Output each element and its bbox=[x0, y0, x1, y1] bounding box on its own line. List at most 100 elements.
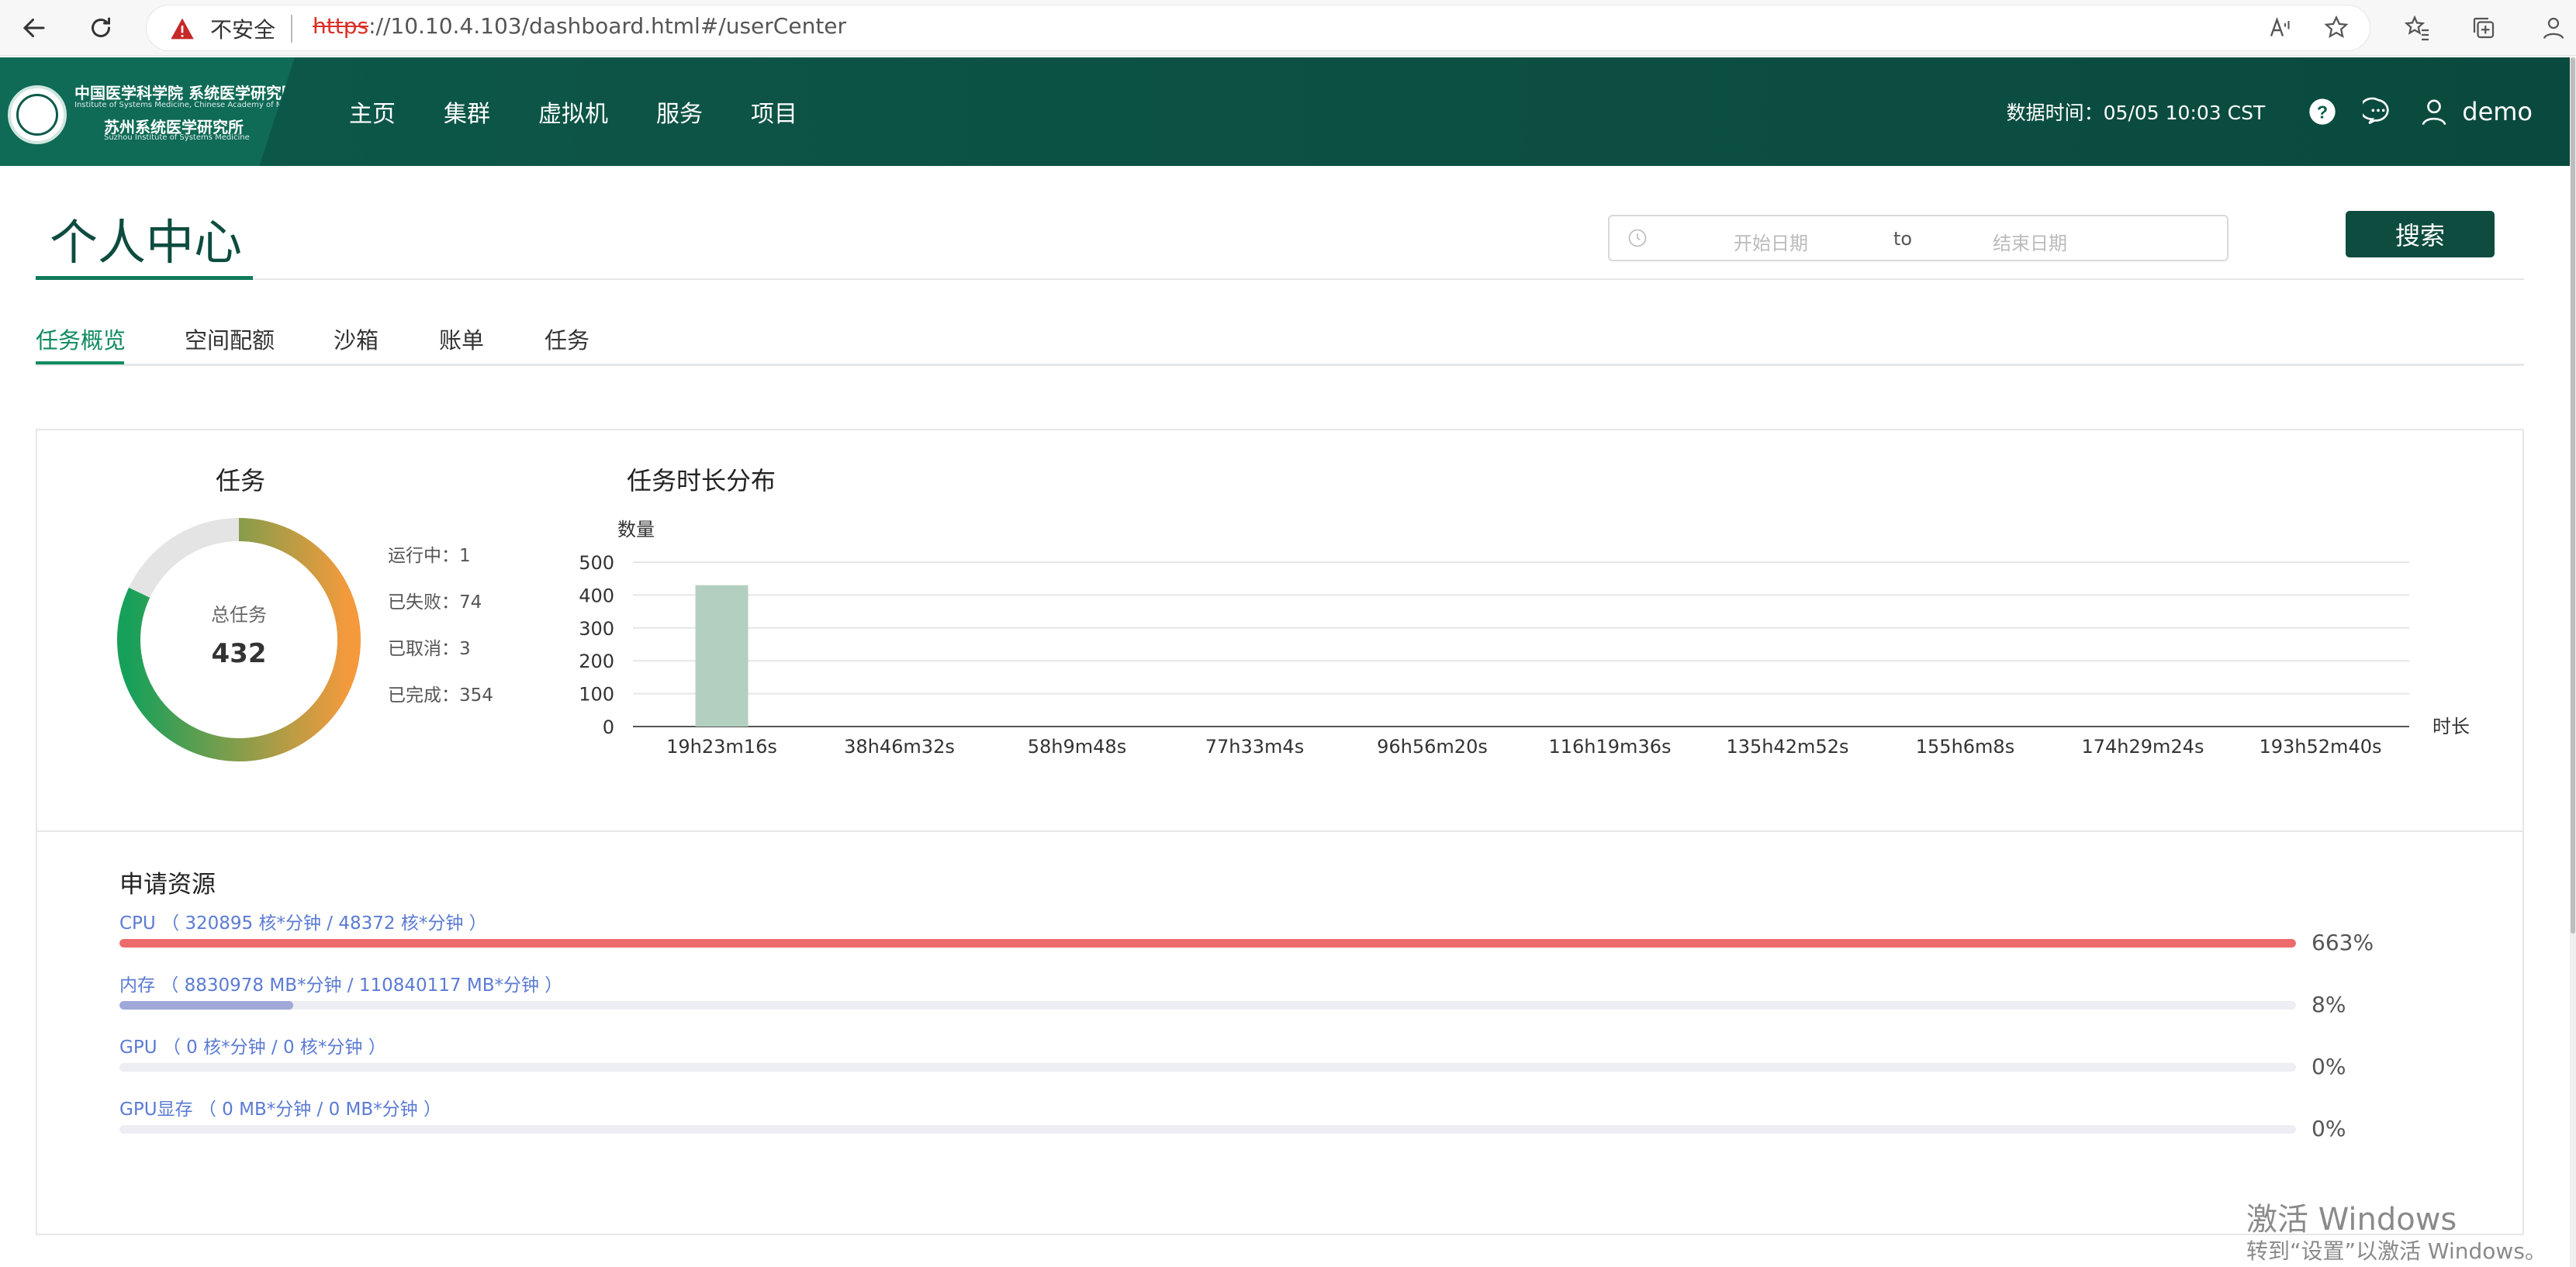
memory-progress-fill bbox=[119, 1001, 294, 1010]
nav-projects[interactable]: 项目 bbox=[751, 95, 797, 129]
duration-bar-chart: 数量 0 100 200 300 400 500 19h23m16s 38h46m32s 58h9… bbox=[579, 519, 2470, 758]
resource-section-title: 申请资源 bbox=[119, 871, 216, 899]
date-range-picker[interactable]: 开始日期 to 结束日期 bbox=[1608, 215, 2228, 261]
header-right: 数据时间：05/05 10:03 CST ? demo bbox=[2007, 57, 2533, 166]
tab-sandbox[interactable]: 沙箱 bbox=[334, 323, 379, 355]
logo-title-en: Institute of Systems Medicine, Chinese A… bbox=[74, 101, 343, 109]
tab-task-overview[interactable]: 任务概览 bbox=[36, 323, 126, 355]
y-tick-label: 300 bbox=[579, 618, 614, 640]
url-rest: ://10.10.4.103/dashboard.html#/userCente… bbox=[368, 13, 847, 39]
x-tick-label: 116h19m36s bbox=[1549, 736, 1672, 758]
task-section-title: 任务 bbox=[216, 466, 266, 495]
x-tick-label: 38h46m32s bbox=[844, 736, 955, 758]
nav-vm[interactable]: 虚拟机 bbox=[538, 95, 608, 129]
read-aloud-button[interactable] bbox=[2263, 11, 2298, 45]
browser-toolbar: 不安全 https://10.10.4.103/dashboard.html#/… bbox=[0, 0, 2576, 56]
gpu-memory-resource-label: GPU显存 （ 0 MB*分钟 / 0 MB*分钟 ） bbox=[119, 1100, 441, 1120]
y-tick-label: 200 bbox=[579, 651, 614, 672]
main-nav: 主页 集群 虚拟机 服务 项目 bbox=[349, 57, 845, 166]
x-tick-label: 77h33m4s bbox=[1205, 736, 1304, 758]
profile-icon bbox=[2543, 17, 2564, 40]
y-tick-label: 100 bbox=[579, 684, 614, 706]
chat-icon bbox=[2363, 97, 2389, 125]
legend-failed: 已失败：74 bbox=[388, 592, 482, 613]
messages-button[interactable] bbox=[2361, 95, 2395, 129]
search-button[interactable]: 搜索 bbox=[2346, 211, 2495, 257]
y-axis-label: 数量 bbox=[617, 519, 655, 540]
nav-cluster[interactable]: 集群 bbox=[444, 95, 490, 129]
gpu-progress-track bbox=[119, 1063, 2296, 1072]
read-aloud-icon bbox=[2270, 16, 2290, 36]
help-button[interactable]: ? bbox=[2305, 95, 2339, 129]
gpu-memory-percent: 0% bbox=[2311, 1116, 2346, 1141]
active-tab-indicator bbox=[36, 361, 124, 364]
address-url[interactable]: https://10.10.4.103/dashboard.html#/user… bbox=[313, 13, 846, 39]
svg-text:?: ? bbox=[2317, 102, 2328, 122]
nav-services[interactable]: 服务 bbox=[656, 95, 703, 129]
insecure-label: 不安全 bbox=[210, 17, 276, 43]
tab-bar: 任务概览 空间配额 沙箱 账单 任务 bbox=[36, 316, 2524, 366]
tab-billing[interactable]: 账单 bbox=[439, 323, 484, 355]
star-add-icon bbox=[2324, 15, 2349, 39]
tab-tasks[interactable]: 任务 bbox=[545, 323, 590, 355]
address-divider bbox=[291, 15, 292, 43]
title-divider bbox=[36, 278, 2524, 280]
total-task-value: 432 bbox=[211, 638, 267, 669]
end-date-input[interactable]: 结束日期 bbox=[1993, 228, 2067, 255]
emblem-icon bbox=[8, 85, 67, 144]
user-name[interactable]: demo bbox=[2462, 97, 2533, 126]
activation-watermark-title: 激活 Windows bbox=[2246, 1202, 2457, 1238]
gpu-percent: 0% bbox=[2311, 1054, 2346, 1079]
warning-icon bbox=[171, 18, 194, 40]
total-task-label: 总任务 bbox=[211, 604, 267, 626]
collections-button[interactable] bbox=[2467, 11, 2501, 45]
x-tick-label: 135h42m52s bbox=[1727, 736, 1849, 758]
legend-completed: 已完成：354 bbox=[388, 685, 493, 706]
legend-cancelled: 已取消：3 bbox=[388, 639, 471, 659]
collections-icon bbox=[2473, 17, 2495, 39]
title-underline bbox=[36, 276, 253, 280]
task-overview-panel: 任务 总任务 432 运行中：1 已失败：74 已取消：3 已完成：354 任务… bbox=[36, 429, 2524, 832]
profile-button[interactable] bbox=[2536, 11, 2571, 45]
scrollbar-thumb[interactable] bbox=[2571, 57, 2575, 934]
logo[interactable]: 中国医学科学院 系统医学研究院 Institute of Systems Med… bbox=[0, 57, 295, 166]
resource-panel: 申请资源 CPU （ 320895 核*分钟 / 48372 核*分钟 ） 66… bbox=[36, 832, 2524, 1235]
logo-subtitle-en: Suzhou Institute of Systems Medicine bbox=[104, 133, 250, 142]
x-axis-label: 时长 bbox=[2433, 716, 2470, 737]
bar bbox=[695, 585, 749, 727]
gpu-resource-label: GPU （ 0 核*分钟 / 0 核*分钟 ） bbox=[119, 1037, 386, 1058]
start-date-input[interactable]: 开始日期 bbox=[1734, 228, 1808, 255]
clock-icon bbox=[1628, 229, 1647, 247]
y-tick-label: 500 bbox=[579, 552, 614, 574]
help-icon: ? bbox=[2309, 98, 2336, 125]
user-button[interactable] bbox=[2417, 95, 2451, 129]
reload-button[interactable] bbox=[82, 9, 119, 47]
page-scrollbar[interactable] bbox=[2570, 57, 2576, 1267]
activation-watermark-hint: 转到“设置”以激活 Windows。 bbox=[2246, 1238, 2547, 1264]
nav-home[interactable]: 主页 bbox=[349, 95, 396, 129]
chart-title: 任务时长分布 bbox=[627, 466, 776, 495]
back-arrow-icon bbox=[22, 19, 45, 37]
y-tick-label: 0 bbox=[603, 716, 614, 738]
memory-percent: 8% bbox=[2311, 992, 2346, 1017]
back-button[interactable] bbox=[16, 9, 53, 47]
x-tick-label: 96h56m20s bbox=[1377, 736, 1488, 758]
memory-resource-label: 内存 （ 8830978 MB*分钟 / 110840117 MB*分钟 ） bbox=[119, 975, 563, 996]
x-tick-label: 155h6m8s bbox=[1916, 736, 2014, 758]
x-tick-label: 19h23m16s bbox=[666, 736, 777, 758]
cpu-progress-track bbox=[119, 939, 2296, 948]
tab-space-quota[interactable]: 空间配额 bbox=[185, 323, 275, 355]
user-icon bbox=[2422, 99, 2446, 126]
x-tick-label: 58h9m48s bbox=[1028, 736, 1126, 758]
legend-running: 运行中：1 bbox=[388, 546, 471, 566]
favorites-icon bbox=[2404, 15, 2429, 41]
site-header: 中国医学科学院 系统医学研究院 Institute of Systems Med… bbox=[0, 57, 2570, 166]
address-bar[interactable]: 不安全 https://10.10.4.103/dashboard.html#/… bbox=[146, 5, 2370, 51]
cpu-resource-label: CPU （ 320895 核*分钟 / 48372 核*分钟 ） bbox=[119, 913, 487, 934]
date-separator: to bbox=[1893, 228, 1913, 250]
favorites-button[interactable] bbox=[2400, 11, 2434, 45]
favorite-add-button[interactable] bbox=[2319, 11, 2353, 45]
logo-title-cn: 中国医学科学院 系统医学研究院 bbox=[74, 84, 297, 102]
y-tick-label: 400 bbox=[579, 585, 614, 606]
url-scheme: https bbox=[313, 13, 369, 39]
